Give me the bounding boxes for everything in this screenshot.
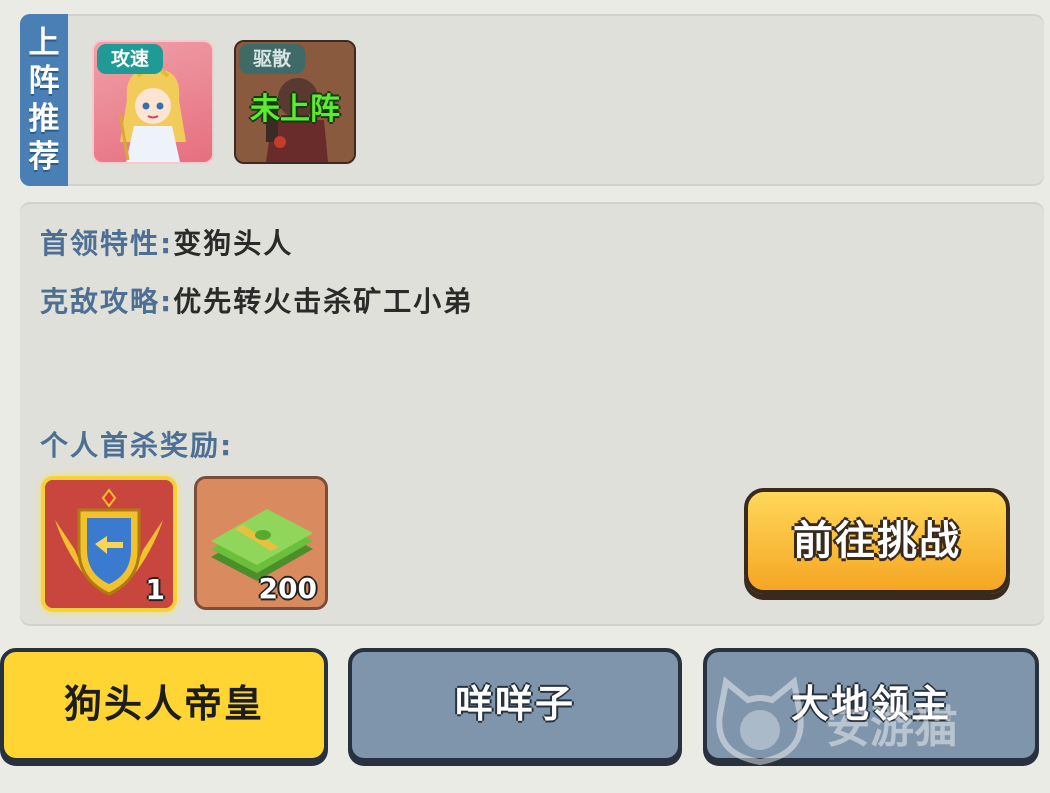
reward-count: 1 xyxy=(145,573,165,606)
hero-card-dispel[interactable]: 驱散 未上阵 xyxy=(234,40,356,164)
boss-strategy-label: 克敌攻略: xyxy=(40,285,174,318)
first-kill-reward-title: 个人首杀奖励: xyxy=(40,429,234,462)
boss-trait-label: 首领特性: xyxy=(40,227,174,260)
tab-char: 阵 xyxy=(28,63,60,99)
tab-mie-mie-zi[interactable]: 咩咩子 xyxy=(348,648,682,762)
lineup-recommend-panel: 上 阵 推 荐 攻速 驱散 未上阵 xyxy=(20,14,1044,186)
reward-item-cash[interactable]: 200 xyxy=(194,476,328,610)
hero-role-tag: 驱散 xyxy=(239,44,306,74)
hero-card-attack-speed[interactable]: 攻速 xyxy=(92,40,214,164)
boss-strategy-value: 优先转火击杀矿工小弟 xyxy=(173,285,474,318)
boss-trait-value: 变狗头人 xyxy=(173,227,294,260)
tab-char: 上 xyxy=(28,25,60,61)
not-deployed-label: 未上阵 xyxy=(250,92,340,127)
boss-trait-row: 首领特性:变狗头人 xyxy=(40,222,293,262)
tab-kobold-emperor[interactable]: 狗头人帝皇 xyxy=(0,648,328,762)
boss-strategy-row: 克敌攻略:优先转火击杀矿工小弟 xyxy=(40,280,473,320)
lineup-recommend-tab: 上 阵 推 荐 xyxy=(20,14,68,186)
reward-item-badge[interactable]: 1 xyxy=(41,476,177,612)
tab-earth-lord[interactable]: 大地领主 xyxy=(703,648,1039,762)
hero-role-tag: 攻速 xyxy=(97,44,164,74)
tab-char: 推 xyxy=(28,101,60,137)
go-challenge-button[interactable]: 前往挑战 xyxy=(744,488,1010,594)
tab-char: 荐 xyxy=(28,139,60,175)
reward-count: 200 xyxy=(258,572,317,605)
boss-info-panel: 首领特性:变狗头人 克敌攻略:优先转火击杀矿工小弟 个人首杀奖励: 1 200 … xyxy=(20,202,1044,626)
